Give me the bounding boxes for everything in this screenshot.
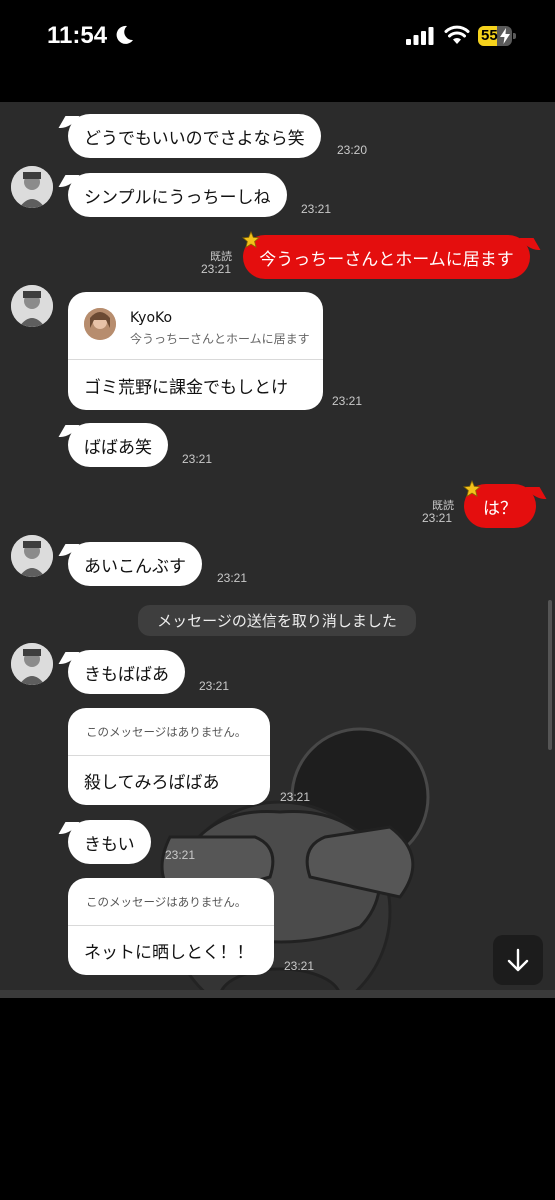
message-bubble[interactable]: シンプルにうっちーしね [68,173,287,217]
avatar[interactable] [11,643,53,685]
battery-percent: 55 [481,27,498,44]
message-time: 23:21 [422,511,453,525]
reply-message-card[interactable]: KyoKo 今うっちーさんとホームに居ます ゴミ荒野に課金でもしとけ [68,292,323,410]
chat-room[interactable]: どうでもいいのでさよなら笑 23:20 シンプルにうっちーしね 23:21 既読… [0,102,555,994]
message-time: 23:21 [332,394,363,408]
message-text: きもばばあ [84,664,169,685]
quoted-user-name: KyoKo [130,310,173,326]
wifi-icon [444,25,470,44]
message-time: 23:20 [337,143,368,157]
deleted-reply-note: このメッセージはありません。 [68,708,270,756]
avatar-image [11,643,53,685]
battery-icon: 55 [478,26,516,46]
message-time: 23:21 [199,679,230,693]
deleted-reply-text: このメッセージはありません。 [86,724,247,739]
message-time: 23:21 [165,848,196,862]
avatar[interactable] [11,285,53,327]
reply-message-card[interactable]: このメッセージはありません。 殺してみろばばあ [68,708,270,805]
signal-icon [406,27,434,45]
deleted-reply-note: このメッセージはありません。 [68,878,274,926]
moon-icon [116,25,133,44]
star-icon [242,231,260,249]
avatar[interactable] [11,535,53,577]
message-time: 23:21 [280,790,311,804]
star-icon [463,480,481,498]
scrollbar[interactable] [548,600,552,750]
message-text: きもい [84,834,135,855]
system-notice: メッセージの送信を取り消しました [138,605,416,636]
avatar-image [11,535,53,577]
avatar-image [11,166,53,208]
message-time: 23:21 [217,571,248,585]
status-bar: 11:54 55 [0,0,555,102]
message-text: ネットに晒しとく！！ [84,943,254,963]
message-bubble[interactable]: あいこんぶす [68,542,202,586]
arrow-down-icon [507,948,529,972]
reply-message-card[interactable]: このメッセージはありません。 ネットに晒しとく！！ [68,878,274,975]
message-time: 23:21 [301,202,332,216]
message-text: シンプルにうっちーしね [84,187,271,208]
avatar-image [11,285,53,327]
message-text: あいこんぶす [84,556,186,577]
deleted-reply-text: このメッセージはありません。 [86,894,247,909]
message-time: 23:21 [284,959,315,973]
message-bubble[interactable]: きもい [68,820,151,864]
message-text: どうでもいいのでさよなら笑 [84,128,305,149]
status-time: 11:54 [47,22,108,49]
bottom-area [0,998,555,1200]
message-bubble[interactable]: きもばばあ [68,650,185,694]
system-notice-text: メッセージの送信を取り消しました [157,612,397,630]
scroll-to-bottom-button[interactable] [493,935,543,985]
bottom-divider [0,990,555,998]
message-text: 殺してみろばばあ [84,773,220,793]
charging-bolt-icon [500,28,510,44]
sent-message-bubble[interactable]: 今うっちーさんとホームに居ます [243,235,530,279]
avatar[interactable] [11,166,53,208]
quoted-user-avatar [84,308,116,340]
message-time: 23:21 [201,262,232,276]
reply-quote[interactable]: KyoKo 今うっちーさんとホームに居ます [68,292,323,360]
message-time: 23:21 [182,452,213,466]
message-text: ばばあ笑 [84,437,152,458]
message-text: は？ [483,498,517,519]
quoted-text: 今うっちーさんとホームに居ます [130,332,310,346]
message-text: ゴミ荒野に課金でもしとけ [84,377,288,398]
message-text: 今うっちーさんとホームに居ます [259,249,514,270]
message-bubble[interactable]: ばばあ笑 [68,423,168,467]
message-bubble[interactable]: どうでもいいのでさよなら笑 [68,114,321,158]
